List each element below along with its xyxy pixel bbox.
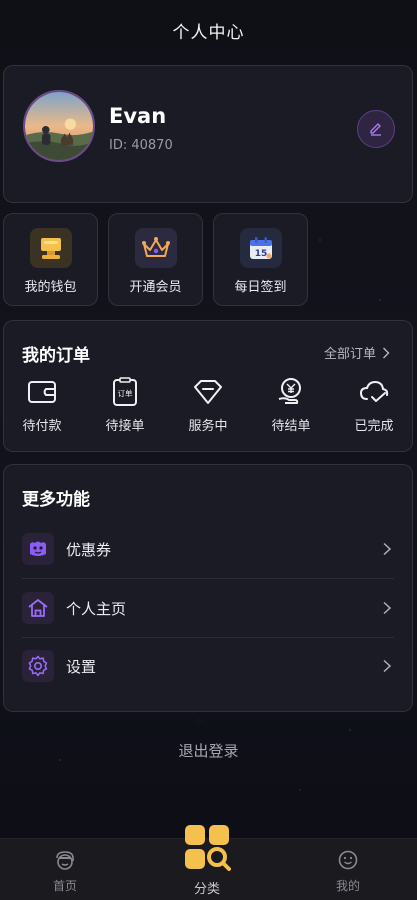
user-id: ID: 40870	[109, 138, 173, 153]
order-label: 已完成	[354, 419, 394, 434]
avatar-image	[25, 92, 93, 160]
orders-card: 我的订单 全部订单 待付款 订单 待接单 服务中 待结单 已完成	[3, 320, 413, 452]
smile-icon	[338, 850, 358, 870]
wallet-label: 我的钱包	[24, 280, 77, 295]
order-pending-accept[interactable]: 订单 待接单	[90, 377, 160, 437]
chevron-right-icon	[383, 601, 392, 615]
profile-card[interactable]: Evan ID: 40870	[3, 65, 413, 203]
tab-category[interactable]: 分类	[157, 818, 257, 900]
orders-title: 我的订单	[22, 346, 90, 366]
diamond-icon	[194, 380, 222, 404]
crown-icon	[135, 228, 177, 268]
chevron-right-icon	[383, 659, 392, 673]
all-orders-label: 全部订单	[323, 347, 376, 362]
order-label: 待付款	[22, 419, 62, 434]
order-in-service[interactable]: 服务中	[173, 377, 243, 437]
chevron-right-icon	[383, 347, 390, 358]
avatar[interactable]	[23, 90, 95, 162]
home-face-icon	[56, 851, 74, 870]
yen-hand-icon	[278, 378, 301, 404]
order-pending-payment[interactable]: 待付款	[7, 377, 77, 437]
menu-item-label: 优惠券	[66, 540, 112, 559]
logout-button[interactable]: 退出登录	[0, 740, 417, 761]
wallet-tile[interactable]: 我的钱包	[3, 213, 98, 306]
menu-item-settings[interactable]: 设置	[22, 637, 394, 695]
calendar-day-number: 15	[255, 249, 268, 259]
tab-mine[interactable]: 我的	[298, 839, 398, 900]
all-orders-link[interactable]: 全部订单	[324, 343, 390, 362]
coupon-icon	[22, 533, 54, 565]
order-label: 服务中	[188, 419, 228, 434]
tab-home[interactable]: 首页	[15, 839, 115, 900]
order-label: 待结单	[271, 419, 311, 434]
username: Evan	[109, 104, 167, 128]
order-pending-settle[interactable]: 待结单	[256, 377, 326, 437]
tab-label: 分类	[193, 882, 220, 897]
profile-page: 个人中心 Evan ID: 40870 我的钱包 开通会员 15 每日签到 我的…	[0, 0, 417, 900]
membership-tile[interactable]: 开通会员	[108, 213, 203, 306]
checkin-tile[interactable]: 15 每日签到	[213, 213, 308, 306]
wallet-outline-icon	[28, 381, 56, 403]
gear-icon	[22, 650, 54, 682]
pencil-icon	[370, 123, 381, 136]
checkin-label: 每日签到	[234, 280, 287, 295]
menu-item-homepage[interactable]: 个人主页	[22, 579, 394, 637]
order-completed[interactable]: 已完成	[339, 377, 409, 437]
order-label: 待接单	[105, 419, 145, 434]
wallet-icon	[30, 228, 72, 268]
membership-label: 开通会员	[129, 280, 182, 295]
home-icon	[22, 592, 54, 624]
tab-label: 我的	[335, 879, 360, 893]
chevron-right-icon	[383, 542, 392, 556]
cloud-check-icon	[359, 380, 389, 402]
clipboard-order-text: 订单	[118, 388, 133, 398]
more-title: 更多功能	[22, 490, 90, 510]
more-features-card: 更多功能 优惠券 个人主页 设置	[3, 464, 413, 712]
top-bar: 个人中心	[0, 0, 417, 60]
page-title: 个人中心	[172, 22, 245, 43]
tab-label: 首页	[52, 879, 77, 893]
menu-item-label: 设置	[66, 657, 97, 676]
edit-profile-button[interactable]	[357, 110, 395, 148]
clipboard-order-icon: 订单	[113, 377, 137, 406]
calendar-icon: 15	[240, 228, 282, 268]
category-search-icon	[185, 825, 231, 871]
menu-item-coupons[interactable]: 优惠券	[22, 520, 394, 578]
menu-item-label: 个人主页	[66, 599, 127, 618]
